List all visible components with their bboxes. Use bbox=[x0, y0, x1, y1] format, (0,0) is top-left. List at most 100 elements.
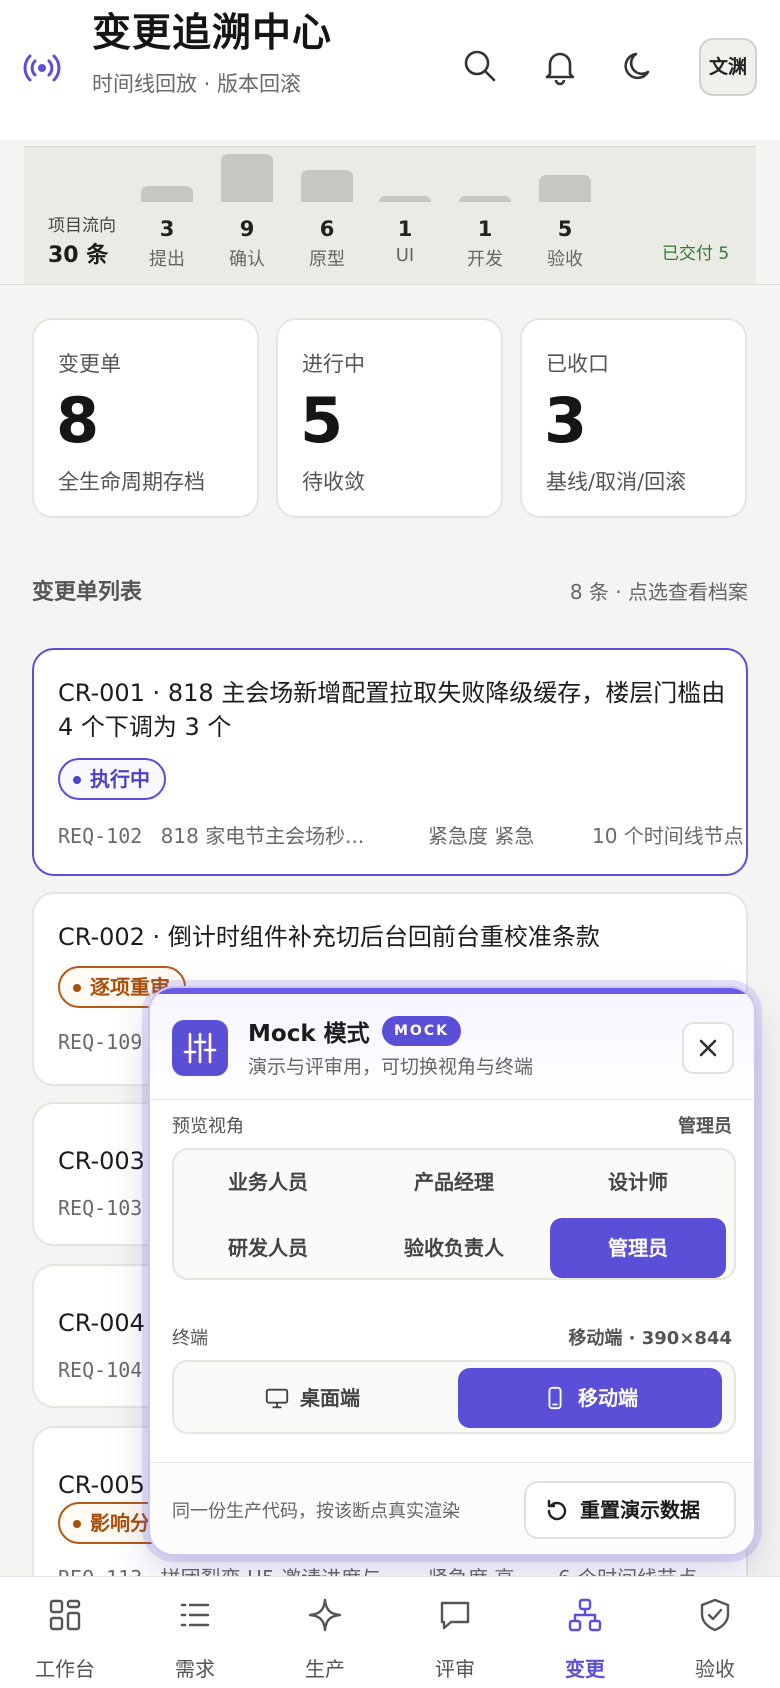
project-flow-strip: 项目流向 30 条 3 提出 9 确认 6 原型 1 UI 1 开发 5 验收 已交付 5 bbox=[24, 146, 756, 284]
stat-label: 变更单 bbox=[58, 352, 121, 376]
stat-note: 全生命周期存档 bbox=[58, 470, 205, 494]
flow-stage-bar bbox=[459, 196, 511, 202]
flow-stage-bar bbox=[539, 175, 591, 202]
nav-item-review[interactable]: 评审 bbox=[390, 1577, 520, 1688]
list-title: 变更单列表 bbox=[32, 580, 143, 605]
nav-item-workbench[interactable]: 工作台 bbox=[0, 1577, 130, 1688]
page-title: 变更追溯中心 bbox=[92, 11, 333, 56]
flow-stage-count: 3 bbox=[159, 217, 175, 241]
role-current: 管理员 bbox=[678, 1116, 732, 1137]
hierarchy-icon bbox=[568, 1598, 602, 1632]
monitor-icon bbox=[265, 1388, 289, 1408]
terminal-section-label: 终端 bbox=[172, 1328, 208, 1349]
stat-card-in-progress[interactable]: 进行中 5 待收敛 bbox=[276, 318, 503, 518]
bottom-nav: 工作台 需求 生产 评审 变更 验收 bbox=[0, 1576, 780, 1688]
nav-item-changes[interactable]: 变更 bbox=[520, 1577, 650, 1688]
shield-check-icon bbox=[700, 1598, 730, 1632]
flow-stage-label: 开发 bbox=[467, 249, 503, 270]
terminal-label: 桌面端 bbox=[300, 1386, 360, 1410]
flow-stage: 1 UI bbox=[379, 147, 431, 285]
role-option[interactable]: 研发人员 bbox=[180, 1218, 356, 1278]
user-avatar[interactable]: 文渊 bbox=[699, 38, 757, 96]
flow-stage: 6 原型 bbox=[301, 147, 353, 285]
reset-label: 重置演示数据 bbox=[580, 1498, 700, 1522]
stat-value: 5 bbox=[300, 384, 344, 457]
flow-stage-count: 5 bbox=[557, 217, 573, 241]
stat-note: 待收敛 bbox=[302, 470, 365, 494]
terminal-selector: 桌面端 移动端 bbox=[172, 1360, 736, 1434]
terminal-desktop-option[interactable]: 桌面端 bbox=[180, 1368, 444, 1428]
req-id: REQ-109 bbox=[58, 1030, 143, 1054]
change-card[interactable]: CR-001 · 818 主会场新增配置拉取失败降级缓存，楼层门槛由 4 个下调… bbox=[32, 648, 748, 876]
sparkle-icon bbox=[308, 1598, 342, 1632]
list-meta: 8 条 · 点选查看档案 bbox=[569, 580, 748, 604]
flow-stage-bar bbox=[379, 196, 431, 202]
terminal-current: 移动端 · 390×844 bbox=[568, 1328, 732, 1349]
flow-stage-label: 提出 bbox=[149, 249, 185, 270]
role-option[interactable]: 业务人员 bbox=[180, 1152, 356, 1212]
role-option[interactable]: 验收负责人 bbox=[366, 1218, 542, 1278]
urgency: 紧急度 紧急 bbox=[428, 824, 535, 848]
app-header: 变更追溯中心 时间线回放 · 版本回滚 文渊 bbox=[0, 0, 780, 140]
stat-value: 8 bbox=[56, 384, 100, 457]
flow-stage-count: 1 bbox=[477, 217, 493, 241]
nav-label: 生产 bbox=[305, 1657, 345, 1681]
flow-stage: 1 开发 bbox=[459, 147, 511, 285]
flow-stage: 9 确认 bbox=[221, 147, 273, 285]
role-selector: 业务人员 产品经理 设计师 研发人员 验收负责人 管理员 bbox=[172, 1148, 736, 1280]
moon-icon[interactable] bbox=[618, 44, 662, 88]
broadcast-icon bbox=[23, 54, 61, 82]
req-desc: 818 家电节主会场秒... bbox=[160, 824, 365, 848]
sliders-icon bbox=[172, 1020, 228, 1076]
mock-title: Mock 模式 bbox=[248, 1021, 370, 1047]
stat-value: 3 bbox=[544, 384, 588, 457]
status-badge: 执行中 bbox=[58, 758, 166, 800]
flow-stage-bar bbox=[301, 170, 353, 202]
close-button[interactable] bbox=[682, 1022, 734, 1074]
reset-demo-data-button[interactable]: 重置演示数据 bbox=[524, 1481, 736, 1539]
nav-item-acceptance[interactable]: 验收 bbox=[650, 1577, 780, 1688]
flow-stage-label: 验收 bbox=[547, 249, 583, 270]
bell-icon[interactable] bbox=[538, 44, 582, 88]
stat-note: 基线/取消/回滚 bbox=[546, 470, 687, 494]
stat-label: 进行中 bbox=[302, 352, 365, 376]
flow-stage-count: 9 bbox=[239, 217, 255, 241]
grid-icon bbox=[49, 1599, 81, 1631]
flow-stage-bar bbox=[221, 154, 273, 202]
flow-stage-count: 6 bbox=[319, 217, 335, 241]
flow-stage: 3 提出 bbox=[141, 147, 193, 285]
search-icon[interactable] bbox=[458, 44, 502, 88]
nav-item-requirements[interactable]: 需求 bbox=[130, 1577, 260, 1688]
flow-stage-bar bbox=[141, 186, 193, 202]
stat-card-total[interactable]: 变更单 8 全生命周期存档 bbox=[32, 318, 259, 518]
phone-icon bbox=[548, 1386, 562, 1409]
page-subtitle: 时间线回放 · 版本回滚 bbox=[92, 72, 302, 96]
role-section-label: 预览视角 bbox=[172, 1116, 244, 1137]
delivered-count: 已交付 5 bbox=[662, 244, 730, 264]
nav-label: 需求 bbox=[175, 1657, 215, 1681]
nav-label: 评审 bbox=[435, 1657, 475, 1681]
terminal-mobile-option-selected[interactable]: 移动端 bbox=[458, 1368, 722, 1428]
mock-badge: MOCK bbox=[382, 1016, 461, 1046]
mock-description: 演示与评审用，可切换视角与终端 bbox=[248, 1056, 534, 1078]
nav-label: 工作台 bbox=[35, 1657, 95, 1681]
flow-total: 30 条 bbox=[48, 243, 109, 268]
req-id: REQ-104 bbox=[58, 1358, 143, 1382]
role-option-selected[interactable]: 管理员 bbox=[550, 1218, 726, 1278]
flow-stage: 5 验收 bbox=[539, 147, 591, 285]
mock-header: Mock 模式 MOCK 演示与评审用，可切换视角与终端 bbox=[150, 988, 754, 1100]
stat-card-closed[interactable]: 已收口 3 基线/取消/回滚 bbox=[520, 318, 747, 518]
role-option[interactable]: 设计师 bbox=[550, 1152, 726, 1212]
nav-item-production[interactable]: 生产 bbox=[260, 1577, 390, 1688]
list-icon bbox=[180, 1603, 210, 1627]
flow-stage-label: 确认 bbox=[229, 249, 265, 270]
footer-note: 同一份生产代码，按该断点真实渲染 bbox=[172, 1501, 460, 1522]
mock-mode-panel: Mock 模式 MOCK 演示与评审用，可切换视角与终端 预览视角 管理员 业务… bbox=[148, 986, 756, 1556]
flow-label: 项目流向 bbox=[48, 216, 116, 236]
close-icon bbox=[699, 1039, 717, 1057]
flow-stage-count: 1 bbox=[397, 217, 413, 241]
req-id: REQ-103 bbox=[58, 1196, 143, 1220]
reset-icon bbox=[547, 1499, 567, 1521]
role-option[interactable]: 产品经理 bbox=[366, 1152, 542, 1212]
chat-icon bbox=[440, 1601, 470, 1630]
